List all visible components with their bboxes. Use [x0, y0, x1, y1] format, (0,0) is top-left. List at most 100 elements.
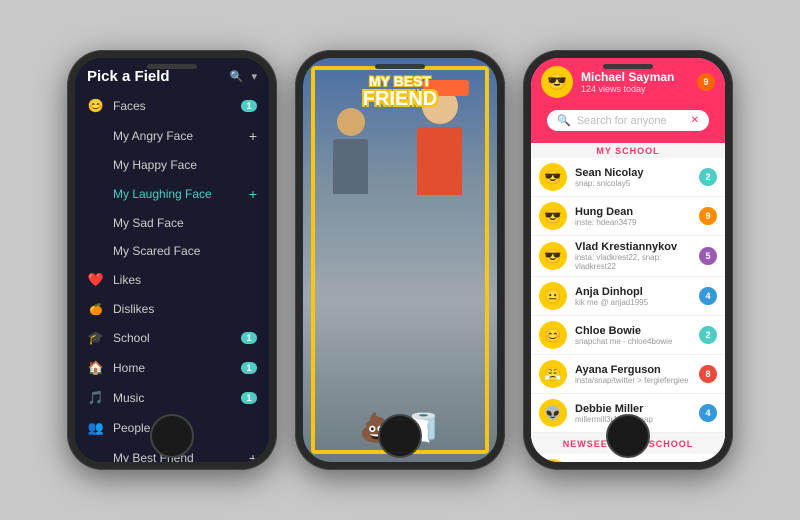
item-icon: 🎓 [87, 330, 105, 346]
chevron-down-icon[interactable]: ▾ [251, 70, 257, 83]
contact-avatar: 😎 [539, 163, 567, 191]
avatar-emoji: 😐 [544, 288, 561, 305]
poop-emoji: 💩 [359, 411, 394, 444]
contact-avatar: 😊 [539, 459, 567, 462]
add-icon[interactable]: + [249, 186, 257, 202]
user-name: Michael Sayman [581, 70, 689, 84]
phones-container: Pick a Field 🔍 ▾ 😊 Faces 1 [57, 40, 743, 480]
avatar-emoji: 😎 [547, 72, 567, 92]
list-item[interactable]: My Happy Face [75, 151, 269, 179]
contact-sub: insta/snap/twitter > fergiefergiee [575, 376, 691, 385]
list-item[interactable]: 🎓 School 1 [75, 323, 269, 353]
contact-avatar: 😐 [539, 282, 567, 310]
list-item[interactable]: 🍊 Dislikes [75, 295, 269, 323]
item-text: My Scared Face [113, 244, 257, 258]
contact-sub: snap: snicolay5 [575, 179, 691, 188]
phone-3-screen: 😎 Michael Sayman 124 views today 9 🔍 Sea… [531, 58, 725, 462]
contact-item[interactable]: 😎 Sean Nicolay snap: snicolay5 2 [531, 158, 725, 197]
search-bar[interactable]: 🔍 Search for anyone ✕ [547, 110, 709, 131]
add-icon[interactable]: + [249, 128, 257, 144]
snap-emojis: 💩 🧻 [359, 411, 441, 444]
notification-badge: 9 [697, 73, 715, 91]
contact-info: Vlad Krestiannykov insta: vladkrest22, s… [575, 241, 691, 271]
list-item[interactable]: My Sad Face [75, 209, 269, 237]
contact-item[interactable]: 👽 Debbie Miller millermill3r13 on snap 4 [531, 394, 725, 433]
item-text: Home [113, 361, 241, 375]
contact-info: Chloe Bowie snapchat me - chloe4bowie [575, 325, 691, 346]
contact-avatar: 😊 [539, 321, 567, 349]
contact-name: Ayana Ferguson [575, 364, 691, 376]
contact-item[interactable]: 😤 Ayana Ferguson insta/snap/twitter > fe… [531, 355, 725, 394]
item-icon: 🍊 [87, 303, 105, 316]
add-icon[interactable]: + [249, 450, 257, 462]
item-icon: 😊 [87, 98, 105, 114]
contact-badge: 2 [699, 326, 717, 344]
phone1-list: 😊 Faces 1 My Angry Face + My Happy Face [75, 91, 269, 462]
contact-item[interactable]: 😊 Jonathan Dann musically: jdann344 6 [531, 454, 725, 462]
snap-frame [311, 66, 489, 454]
phone1-header: Pick a Field 🔍 ▾ [75, 58, 269, 91]
snap-title: MY BEST FRIEND [363, 74, 437, 109]
avatar-emoji: 😎 [544, 208, 561, 225]
list-item[interactable]: 😊 Faces 1 [75, 91, 269, 121]
contact-badge: 5 [699, 247, 717, 265]
list-item[interactable]: ❤️ Likes [75, 265, 269, 295]
item-icon: 🎵 [87, 390, 105, 406]
item-text: My Happy Face [113, 158, 257, 172]
item-text: My Angry Face [113, 129, 249, 143]
contact-badge: 2 [699, 168, 717, 186]
avatar-emoji: 😤 [544, 366, 561, 383]
title-line2: FRIEND [363, 89, 437, 109]
search-wrapper: 🔍 Search for anyone ✕ [531, 104, 725, 143]
contact-item[interactable]: 😐 Anja Dinhopl kik me @ anjad1995 4 [531, 277, 725, 316]
item-text: Faces [113, 99, 241, 113]
item-text: Dislikes [113, 302, 257, 316]
item-icon: 👥 [87, 420, 105, 436]
contact-badge: 4 [699, 287, 717, 305]
list-item[interactable]: 🏠 Home 1 [75, 353, 269, 383]
phone-3: 😎 Michael Sayman 124 views today 9 🔍 Sea… [523, 50, 733, 470]
contact-badge: 9 [699, 207, 717, 225]
avatar-emoji: 😊 [544, 327, 561, 344]
section-label-newseed: NEWSEED HIGH SCHOOL [531, 436, 725, 452]
avatar-emoji: 😎 [544, 169, 561, 186]
list-item[interactable]: 👥 People [75, 413, 269, 443]
contact-sub: millermill3r13 on snap [575, 415, 691, 424]
section-label-myschool: MY SCHOOL [531, 146, 725, 156]
list-item[interactable]: My Best Friend + [75, 443, 269, 462]
item-badge: 1 [241, 332, 257, 344]
title-line1: MY BEST [363, 74, 437, 89]
phone-2-screen: MY BEST FRIEND 💩 🧻 [303, 58, 497, 462]
item-text: People [113, 421, 257, 435]
contact-item[interactable]: 😎 Hung Dean inste: hdean3479 9 [531, 197, 725, 236]
user-info: Michael Sayman 124 views today [581, 70, 689, 94]
search-placeholder: Search for anyone [577, 115, 667, 127]
list-item[interactable]: My Scared Face [75, 237, 269, 265]
item-text: My Best Friend [113, 451, 249, 462]
phone1-content: Pick a Field 🔍 ▾ 😊 Faces 1 [75, 58, 269, 462]
item-icon: ❤️ [87, 272, 105, 288]
item-text: Likes [113, 273, 257, 287]
contact-name: Hung Dean [575, 206, 691, 218]
contact-avatar: 😎 [539, 202, 567, 230]
avatar-emoji: 😎 [544, 248, 561, 265]
phone-1: Pick a Field 🔍 ▾ 😊 Faces 1 [67, 50, 277, 470]
contact-info: Debbie Miller millermill3r13 on snap [575, 403, 691, 424]
contact-info: Ayana Ferguson insta/snap/twitter > ferg… [575, 364, 691, 385]
contact-badge: 8 [699, 365, 717, 383]
search-icon[interactable]: 🔍 [230, 70, 244, 83]
item-badge: 1 [241, 100, 257, 112]
contact-item[interactable]: 😎 Vlad Krestiannykov insta: vladkrest22,… [531, 236, 725, 277]
contact-sub: inste: hdean3479 [575, 218, 691, 227]
list-item[interactable]: My Angry Face + [75, 121, 269, 151]
contact-info: Hung Dean inste: hdean3479 [575, 206, 691, 227]
item-text: My Sad Face [113, 216, 257, 230]
contact-avatar: 👽 [539, 399, 567, 427]
social-content: 😎 Michael Sayman 124 views today 9 🔍 Sea… [531, 58, 725, 462]
contact-name: Anja Dinhopl [575, 286, 691, 298]
list-item[interactable]: My Laughing Face + [75, 179, 269, 209]
list-item[interactable]: 🎵 Music 1 [75, 383, 269, 413]
contact-avatar: 😎 [539, 242, 567, 270]
contact-item[interactable]: 😊 Chloe Bowie snapchat me - chloe4bowie … [531, 316, 725, 355]
phone1-header-icons: 🔍 ▾ [230, 70, 257, 83]
